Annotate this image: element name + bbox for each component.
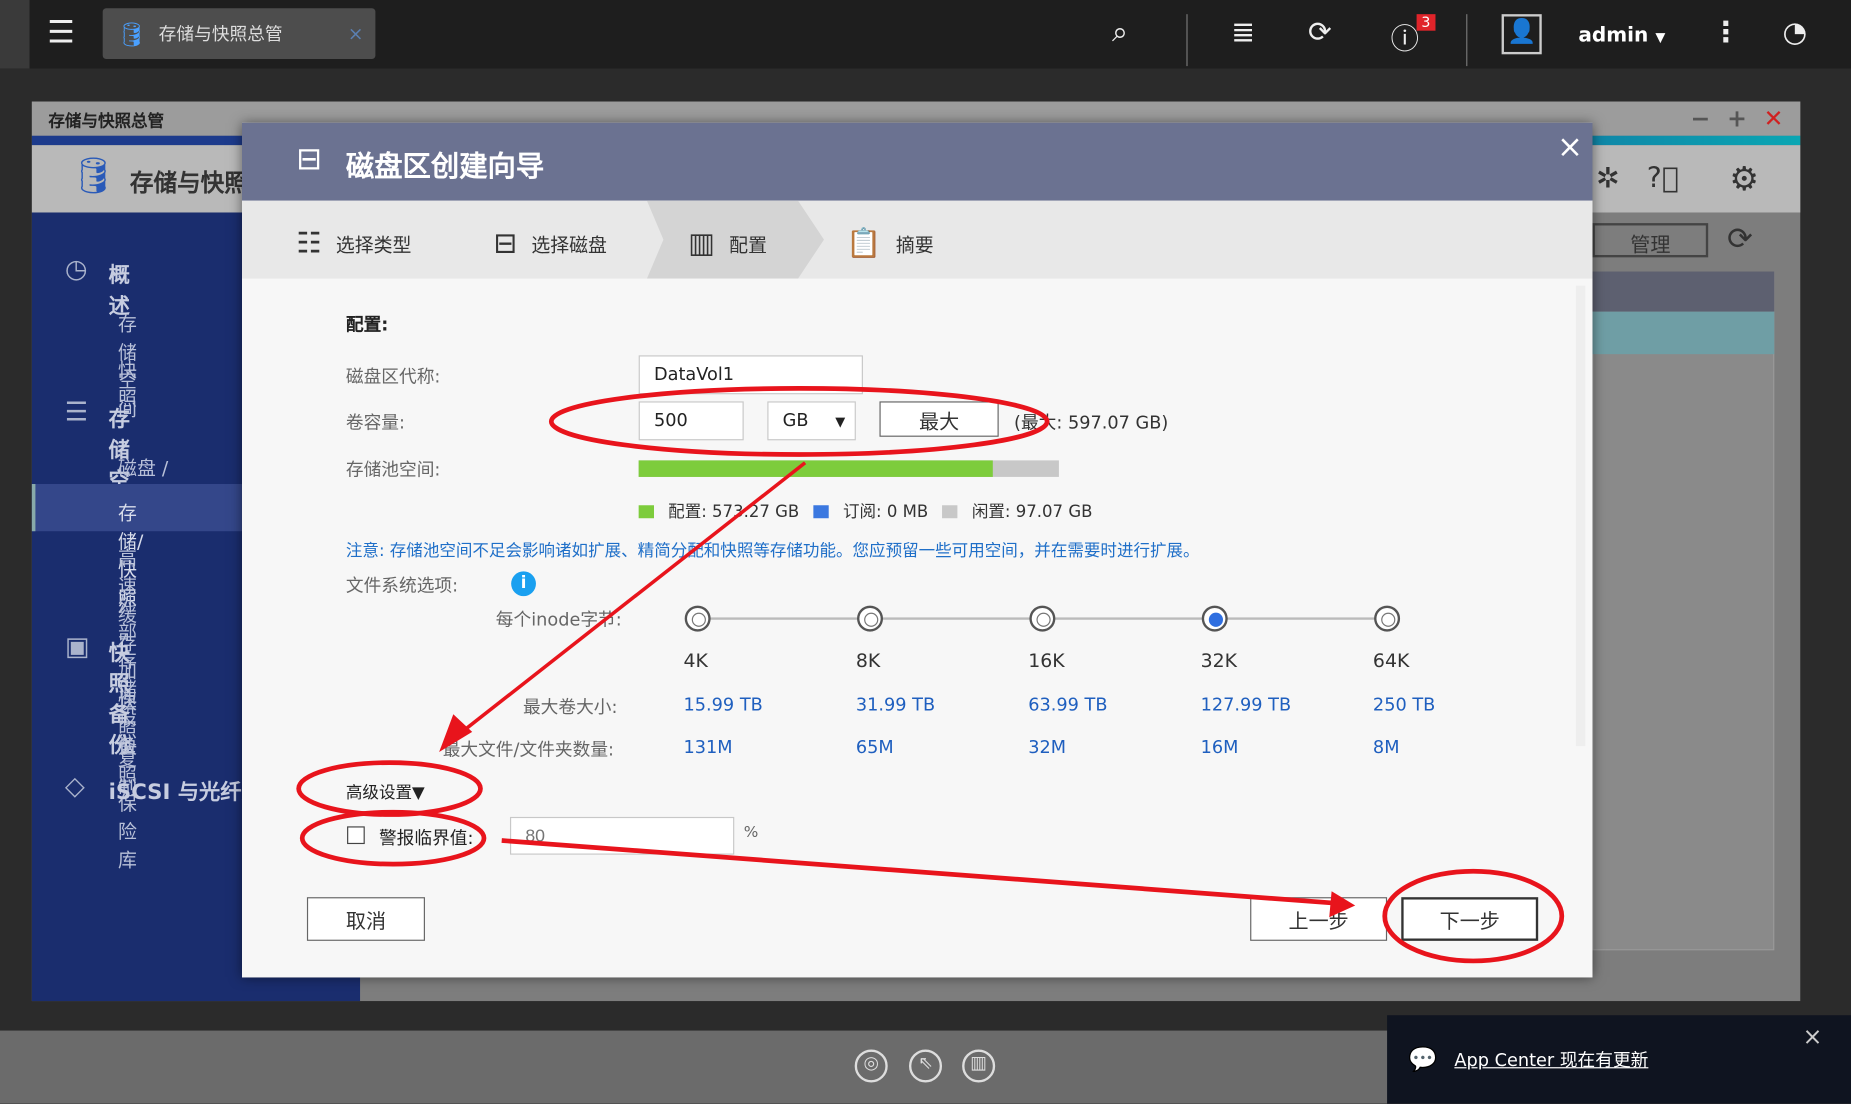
- annotation-arrowhead-1: [439, 714, 472, 752]
- annotation-arrowhead-2: [1329, 891, 1355, 917]
- annotation-arrow-line-1: [454, 463, 805, 738]
- annotation-arrow-line-2: [502, 841, 1334, 904]
- annotation-next-circle: [1385, 871, 1562, 961]
- annotation-advanced-circle: [299, 763, 481, 815]
- red-annotations: [0, 0, 1851, 1104]
- annotation-alert-circle: [302, 812, 484, 864]
- annotation-capacity-circle: [551, 388, 1047, 454]
